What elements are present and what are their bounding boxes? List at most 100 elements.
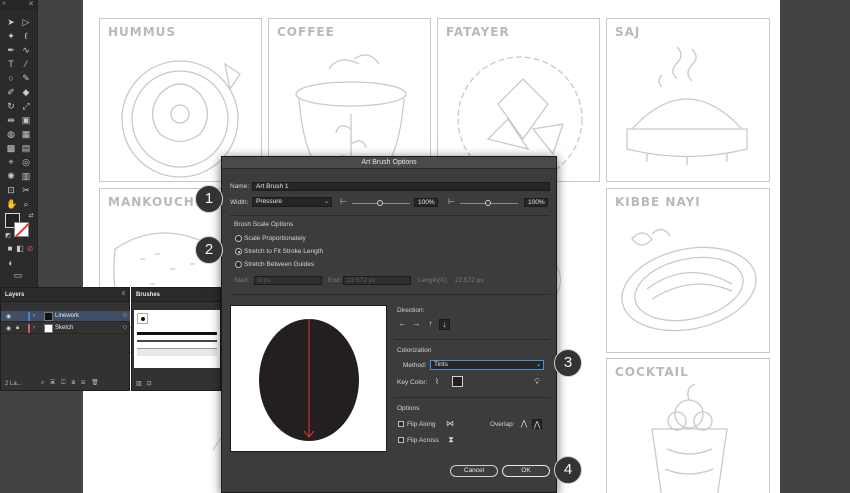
target-circle-icon[interactable]: ○ <box>123 312 127 319</box>
brushes-footer-buttons[interactable]: ▥⊡ <box>136 380 157 387</box>
layer-name[interactable]: Linework <box>55 313 79 319</box>
selection-tool-icon[interactable]: ➤ <box>6 17 16 27</box>
eyedropper-icon[interactable]: ⌇ <box>432 377 442 387</box>
flip-across-label[interactable]: Flip Across <box>407 437 439 444</box>
width-max-input[interactable]: 100% <box>524 198 548 207</box>
direction-left-button[interactable]: ← <box>397 319 408 330</box>
tips-lightbulb-icon[interactable]: 💡︎ <box>532 377 542 387</box>
brush-stroke-1[interactable] <box>137 332 217 335</box>
draw-mode-icon[interactable]: ◐ <box>6 258 16 268</box>
rotate-tool-icon[interactable]: ↻ <box>6 101 16 111</box>
visibility-eye-icon[interactable]: ◉ <box>6 313 11 320</box>
line-tool-icon[interactable]: ⁄ <box>21 59 31 69</box>
pen-tool-icon[interactable]: ✒ <box>6 45 16 55</box>
stretch-to-fit-radio[interactable] <box>235 248 242 255</box>
expand-arrow-icon[interactable]: › <box>33 313 35 319</box>
overlap-none-icon[interactable]: ⋀ <box>532 419 542 429</box>
brush-stroke-2[interactable] <box>137 340 217 342</box>
type-tool-icon[interactable]: T <box>6 59 16 69</box>
direct-selection-tool-icon[interactable]: ▷ <box>21 17 31 27</box>
collapse-icon[interactable]: » <box>2 0 6 7</box>
target-circle-icon[interactable]: ○ <box>123 324 127 331</box>
width-min-input[interactable]: 100% <box>414 198 438 207</box>
stretch-between-guides-radio[interactable] <box>235 261 242 268</box>
gradient-tool-icon[interactable]: ▤ <box>21 143 31 153</box>
name-label: Name: <box>230 183 250 190</box>
width-max-slider-knob[interactable] <box>485 200 491 206</box>
stroke-swatch[interactable] <box>14 222 29 237</box>
width-tool-icon[interactable]: ⇹ <box>6 115 16 125</box>
ok-button[interactable]: OK <box>502 465 550 477</box>
eraser-tool-icon[interactable]: ◆ <box>21 87 31 97</box>
width-select-value: Pressure <box>256 198 283 205</box>
direction-up-button[interactable]: ↑ <box>425 319 436 330</box>
blend-tool-icon[interactable]: ◎ <box>21 157 31 167</box>
free-transform-tool-icon[interactable]: ▣ <box>21 115 31 125</box>
symbol-sprayer-tool-icon[interactable]: ✺ <box>6 171 16 181</box>
step-badge-4: 4 <box>554 456 582 484</box>
lock-icon[interactable]: 🔒︎ <box>16 325 19 332</box>
expand-arrow-icon[interactable]: › <box>33 325 35 331</box>
zoom-tool-icon[interactable]: ⌕ <box>21 199 31 209</box>
default-colors-icon[interactable]: ◩ <box>3 231 13 241</box>
none-mode-icon[interactable]: ⊘ <box>25 244 35 254</box>
flip-along-label[interactable]: Flip Along <box>407 421 436 428</box>
lasso-tool-icon[interactable]: ℓ <box>21 31 31 41</box>
swap-colors-icon[interactable]: ⇄ <box>26 211 36 221</box>
color-mode-icon[interactable]: ■ <box>5 244 15 254</box>
layers-footer-buttons[interactable]: ⌕▣◫⊞⊟🗑︎ <box>41 379 105 387</box>
paintbrush-tool-icon[interactable]: ✎ <box>21 73 31 83</box>
layers-tab[interactable]: Layers <box>5 292 24 298</box>
brushes-tab[interactable]: Brushes <box>136 292 160 298</box>
flip-across-checkbox[interactable] <box>398 437 404 443</box>
brush-stroke-3[interactable] <box>137 348 217 356</box>
direction-down-button[interactable]: ↓ <box>439 319 450 330</box>
tools-panel: » ✕ ➤ ▷ ✦ ℓ ✒ ∿ T ⁄ ○ ✎ ✐ ◆ ↻ ⤢ ⇹ ▣ ◍ ▦ … <box>0 0 38 287</box>
overlap-adjust-icon[interactable]: ⋀ <box>519 419 529 429</box>
perspective-grid-tool-icon[interactable]: ▦ <box>21 129 31 139</box>
width-max-icon: ⊢ <box>448 197 455 206</box>
panel-menu-icon[interactable]: ≡ <box>121 291 125 297</box>
artboard-tool-icon[interactable]: ⊡ <box>6 185 16 195</box>
key-color-swatch[interactable] <box>452 376 463 387</box>
curvature-tool-icon[interactable]: ∿ <box>21 45 31 55</box>
brush-swatch-dot[interactable] <box>137 313 148 324</box>
scale-option-label[interactable]: Stretch Between Guides <box>244 261 314 268</box>
flip-along-icon: ⋈ <box>446 419 454 428</box>
layer-name[interactable]: Sketch <box>55 325 73 331</box>
shape-builder-tool-icon[interactable]: ◍ <box>6 129 16 139</box>
layer-color-swatch <box>28 324 30 333</box>
layer-row-sketch[interactable]: ◉ 🔒︎ › Sketch ○ <box>1 323 130 334</box>
layer-row-linework[interactable]: ◉ › Linework ○ <box>1 311 130 322</box>
method-select[interactable]: Tints ⌄ <box>430 360 544 370</box>
scale-option-label[interactable]: Scale Proportionately <box>244 235 306 242</box>
magic-wand-tool-icon[interactable]: ✦ <box>6 31 16 41</box>
cancel-button[interactable]: Cancel <box>450 465 498 477</box>
width-min-slider-knob[interactable] <box>377 200 383 206</box>
screen-mode-icon[interactable]: ▭ <box>13 270 23 280</box>
art-brush-options-dialog: Art Brush Options Name: Art Brush 1 Widt… <box>221 156 557 493</box>
close-icon[interactable]: ✕ <box>28 0 34 8</box>
brushes-panel: Brushes ▥⊡ <box>131 287 221 391</box>
scale-proportionately-radio[interactable] <box>235 235 242 242</box>
flip-across-icon: ⧗ <box>448 435 454 444</box>
brush-preview <box>230 305 387 452</box>
scale-option-label[interactable]: Stretch to Fit Stroke Length <box>244 248 323 255</box>
width-select[interactable]: Pressure ⌄ <box>252 197 332 207</box>
direction-right-button[interactable]: → <box>411 319 422 330</box>
gradient-mode-icon[interactable]: ◧ <box>15 244 25 254</box>
slice-tool-icon[interactable]: ✂ <box>21 185 31 195</box>
visibility-eye-icon[interactable]: ◉ <box>6 325 11 332</box>
eyedropper-tool-icon[interactable]: ⌖ <box>6 157 16 167</box>
scale-tool-icon[interactable]: ⤢ <box>21 101 31 111</box>
width-min-icon: ⊢ <box>340 197 347 206</box>
shaper-tool-icon[interactable]: ✐ <box>6 87 16 97</box>
brush-list[interactable] <box>134 310 220 368</box>
name-input[interactable]: Art Brush 1 <box>252 182 550 191</box>
hand-tool-icon[interactable]: ✋ <box>6 199 17 209</box>
layer-thumbnail <box>44 312 53 321</box>
mesh-tool-icon[interactable]: ▩ <box>6 143 16 153</box>
flip-along-checkbox[interactable] <box>398 421 404 427</box>
ellipse-tool-icon[interactable]: ○ <box>6 73 16 83</box>
graph-tool-icon[interactable]: ▥ <box>21 171 31 181</box>
